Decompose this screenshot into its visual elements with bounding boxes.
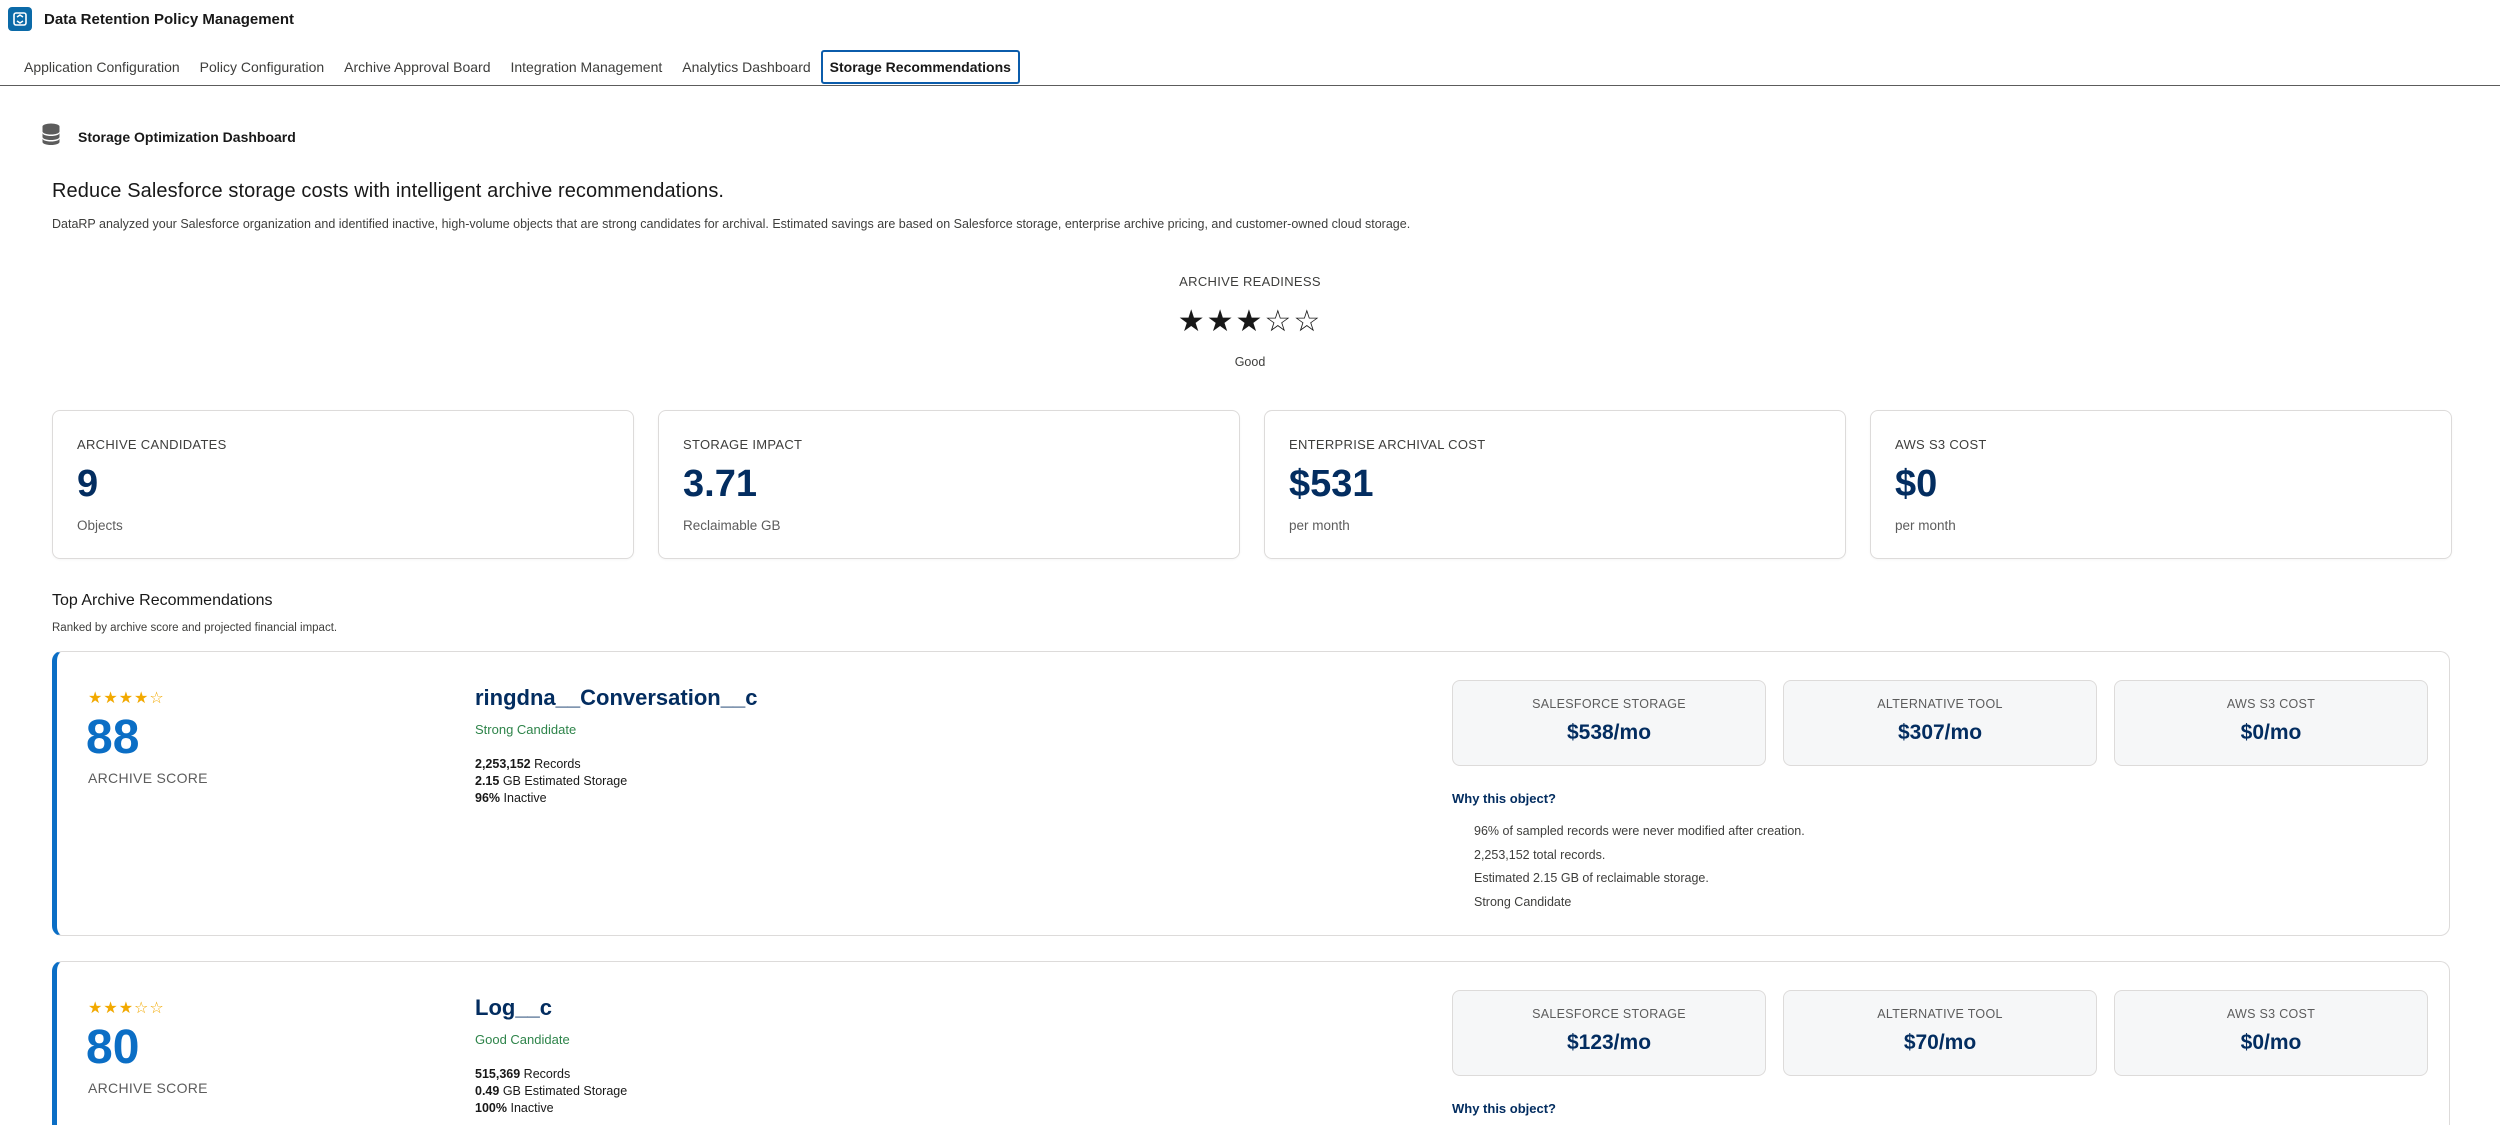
kpi-value: 3.71: [683, 463, 757, 505]
recommendation-card: ★★★★☆ 88 ARCHIVE SCORE ringdna__Conversa…: [52, 651, 2450, 936]
object-stats: 515,369 Records 0.49 GB Estimated Storag…: [475, 1066, 627, 1117]
cost-box-aws-s3: AWS S3 COST $0/mo: [2114, 680, 2428, 766]
cost-label: AWS S3 COST: [2226, 1007, 2316, 1021]
tab-integration-management[interactable]: Integration Management: [500, 50, 672, 84]
kpi-sub: per month: [1895, 518, 1956, 533]
database-icon: [40, 122, 62, 151]
inactive-percent: 100%: [475, 1101, 507, 1115]
page-description: DataRP analyzed your Salesforce organiza…: [52, 217, 1411, 231]
kpi-value: $531: [1289, 463, 1374, 505]
tab-analytics-dashboard[interactable]: Analytics Dashboard: [672, 50, 820, 84]
archive-score-label: ARCHIVE SCORE: [88, 1080, 208, 1096]
storage-label: GB Estimated Storage: [502, 1084, 628, 1098]
storage-size: 2.15: [475, 774, 500, 788]
kpi-card-aws-s3-cost: AWS S3 COST $0 per month: [1870, 410, 2452, 559]
object-name: Log__c: [475, 995, 553, 1020]
cost-value: $123/mo: [1566, 1031, 1652, 1054]
kpi-label: ENTERPRISE ARCHIVAL COST: [1289, 437, 1486, 452]
object-stats: 2,253,152 Records 2.15 GB Estimated Stor…: [475, 756, 627, 807]
cost-value: $70/mo: [1903, 1031, 1977, 1054]
inactive-percent: 96%: [475, 791, 501, 805]
why-title: Why this object?: [1452, 1101, 1556, 1116]
kpi-label: ARCHIVE CANDIDATES: [77, 437, 227, 452]
cost-value: $538/mo: [1566, 721, 1652, 744]
kpi-sub: Reclaimable GB: [683, 518, 781, 533]
object-name: ringdna__Conversation__c: [475, 685, 758, 710]
storage-label: GB Estimated Storage: [502, 774, 628, 788]
cost-box-aws-s3: AWS S3 COST $0/mo: [2114, 990, 2428, 1076]
recommendation-card: ★★★☆☆ 80 ARCHIVE SCORE Log__c Good Candi…: [52, 961, 2450, 1125]
cost-box-salesforce-storage: SALESFORCE STORAGE $123/mo: [1452, 990, 1766, 1076]
dashboard-header: Storage Optimization Dashboard: [40, 122, 296, 151]
tab-bar: Application Configuration Policy Configu…: [14, 50, 1020, 84]
records-label: Records: [523, 1067, 571, 1081]
page-headline: Reduce Salesforce storage costs with int…: [52, 180, 725, 202]
archive-score: 80: [86, 1021, 140, 1074]
cost-value: $307/mo: [1897, 721, 1983, 744]
why-item: Estimated 2.15 GB of reclaimable storage…: [1474, 871, 1709, 885]
why-list: 96% of sampled records were never modifi…: [1474, 820, 1805, 914]
inactive-label: Inactive: [510, 1101, 554, 1115]
kpi-sub: per month: [1289, 518, 1350, 533]
candidate-tag: Good Candidate: [475, 1032, 570, 1047]
rating-stars: ★★★★☆: [88, 690, 165, 707]
dashboard-title: Storage Optimization Dashboard: [78, 128, 296, 145]
archive-score: 88: [86, 711, 140, 764]
app-header: Data Retention Policy Management: [0, 0, 2500, 38]
kpi-value: $0: [1895, 463, 1938, 505]
cost-value: $0/mo: [2240, 1031, 2302, 1054]
cost-label: ALTERNATIVE TOOL: [1877, 697, 2003, 711]
cost-label: ALTERNATIVE TOOL: [1877, 1007, 2003, 1021]
tab-policy-configuration[interactable]: Policy Configuration: [190, 50, 335, 84]
cost-box-alternative-tool: ALTERNATIVE TOOL $307/mo: [1783, 680, 2097, 766]
kpi-sub: Objects: [77, 518, 123, 533]
kpi-label: AWS S3 COST: [1895, 437, 1987, 452]
archive-score-label: ARCHIVE SCORE: [88, 770, 208, 786]
why-item: Strong Candidate: [1474, 894, 1572, 909]
tab-application-configuration[interactable]: Application Configuration: [14, 50, 190, 84]
section-subtitle: Ranked by archive score and projected fi…: [52, 622, 338, 634]
app-logo-icon: [8, 7, 32, 31]
kpi-value: 9: [77, 463, 99, 505]
cost-value: $0/mo: [2240, 721, 2302, 744]
kpi-card-enterprise-archival-cost: ENTERPRISE ARCHIVAL COST $531 per month: [1264, 410, 1846, 559]
tab-divider: [0, 85, 2500, 86]
cost-box-salesforce-storage: SALESFORCE STORAGE $538/mo: [1452, 680, 1766, 766]
cost-box-alternative-tool: ALTERNATIVE TOOL $70/mo: [1783, 990, 2097, 1076]
tab-storage-recommendations[interactable]: Storage Recommendations: [820, 50, 1020, 84]
why-item: 2,253,152 total records.: [1474, 847, 1606, 862]
readiness-rating: Good: [1234, 355, 1266, 369]
cost-label: AWS S3 COST: [2226, 697, 2316, 711]
records-count: 2,253,152: [475, 757, 531, 771]
candidate-tag: Strong Candidate: [475, 722, 577, 737]
records-label: Records: [534, 757, 581, 771]
readiness-stars: ★★★☆☆: [1177, 305, 1323, 338]
archive-readiness: ARCHIVE READINESS ★★★☆☆ Good: [1050, 274, 1450, 369]
records-count: 515,369: [475, 1067, 521, 1081]
inactive-label: Inactive: [503, 791, 547, 805]
section-title: Top Archive Recommendations: [52, 592, 273, 609]
cost-label: SALESFORCE STORAGE: [1532, 697, 1686, 711]
tab-archive-approval-board[interactable]: Archive Approval Board: [334, 50, 500, 84]
readiness-label: ARCHIVE READINESS: [1179, 274, 1321, 289]
rating-stars: ★★★☆☆: [88, 1000, 165, 1017]
kpi-card-archive-candidates: ARCHIVE CANDIDATES 9 Objects: [52, 410, 634, 559]
why-item: 96% of sampled records were never modifi…: [1474, 824, 1805, 838]
kpi-card-storage-impact: STORAGE IMPACT 3.71 Reclaimable GB: [658, 410, 1240, 559]
cost-label: SALESFORCE STORAGE: [1532, 1007, 1686, 1021]
why-title: Why this object?: [1452, 791, 1556, 806]
kpi-label: STORAGE IMPACT: [683, 437, 803, 452]
app-title: Data Retention Policy Management: [44, 10, 295, 28]
storage-size: 0.49: [475, 1084, 500, 1098]
